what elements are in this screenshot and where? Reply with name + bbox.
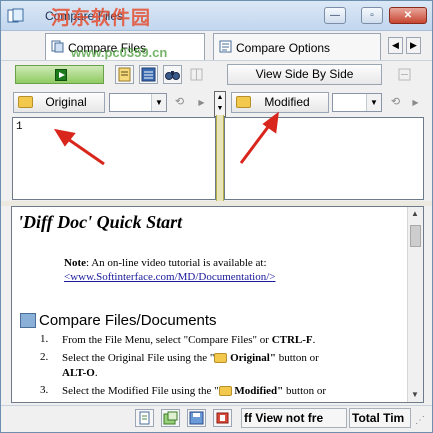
quick-start-document[interactable]: 'Diff Doc' Quick Start Note: An on-line … <box>11 206 424 403</box>
scroll-down-icon: ▼ <box>411 390 419 399</box>
app-window: Compare Files 河东软件园 — ▫ ✕ Compare Files … <box>0 0 433 433</box>
doc-scrollbar[interactable]: ▲ ▼ <box>407 207 423 402</box>
scroll-thumb[interactable] <box>410 225 421 247</box>
status-diff-view: ff View not fre <box>241 408 347 428</box>
resize-grip-icon[interactable]: ⋰ <box>415 415 429 429</box>
compare-section-icon <box>20 313 36 328</box>
status-total-time: Total Tim <box>349 408 411 428</box>
folder-icon <box>218 386 232 396</box>
arrow-icon <box>53 111 279 166</box>
doc-section-heading: Compare Files/Documents <box>39 312 217 329</box>
save-doc-icon[interactable] <box>187 409 206 427</box>
add-doc-icon[interactable] <box>161 409 180 427</box>
doc-tutorial-link[interactable]: <www.Softinterface.com/MD/Documentation/… <box>64 271 275 283</box>
doc-status-icon[interactable] <box>135 409 154 427</box>
stop-icon[interactable] <box>213 409 232 427</box>
scroll-up-icon: ▲ <box>411 209 419 218</box>
doc-note: Note: An on-line video tutorial is avail… <box>64 257 267 269</box>
folder-icon <box>214 353 228 363</box>
doc-title: 'Diff Doc' Quick Start <box>18 212 183 232</box>
